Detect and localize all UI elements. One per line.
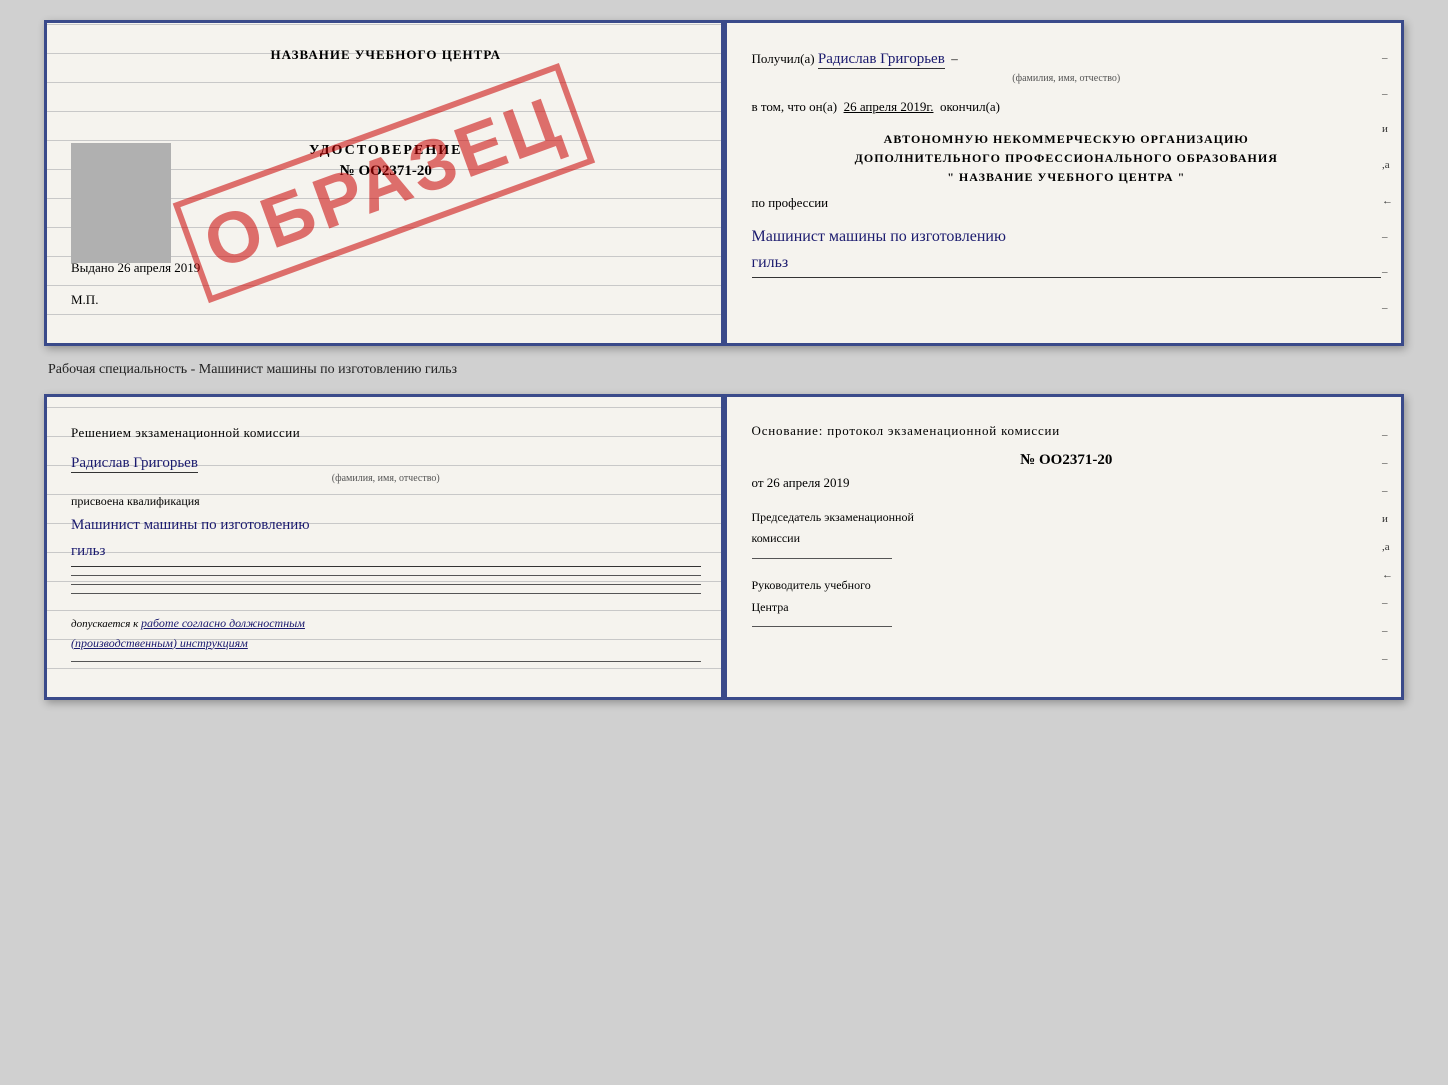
bottom-cert-left-page: Решением экзаменационной комиссии Радисл… xyxy=(47,397,724,697)
poluchil-label: Получил(а) xyxy=(752,51,815,66)
side-mark-4: ,а xyxy=(1382,159,1393,171)
top-cert-right-page: Получил(а) Радислав Григорьев – (фамилия… xyxy=(724,23,1402,343)
prisvoena-label: присвоена квалификация xyxy=(71,494,701,509)
bottom-date: от 26 апреля 2019 xyxy=(752,475,1382,491)
bottom-side-mark-6: ← xyxy=(1382,569,1393,581)
org-quotes-open: " xyxy=(947,170,955,184)
kvali-line2: гильз xyxy=(71,543,105,559)
tsentra-label: Центра xyxy=(752,597,1382,619)
bottom-certificate-book: Решением экзаменационной комиссии Радисл… xyxy=(44,394,1404,700)
org-quotes-close: " xyxy=(1178,170,1186,184)
org-line2: ДОПОЛНИТЕЛЬНОГО ПРОФЕССИОНАЛЬНОГО ОБРАЗО… xyxy=(855,151,1278,165)
mp-line: М.П. xyxy=(71,292,701,308)
rukovoditel-label: Руководитель учебного xyxy=(752,575,1382,597)
kvali-line1: Машинист машины по изготовлению xyxy=(71,517,310,533)
side-mark-1: – xyxy=(1382,52,1393,64)
right-side-marks: – – и ,а ← – – – xyxy=(1382,23,1393,343)
top-cert-left-page: НАЗВАНИЕ УЧЕБНОГО ЦЕНТРА УДОСТОВЕРЕНИЕ №… xyxy=(47,23,724,343)
ot-date: 26 апреля 2019 xyxy=(767,475,850,490)
dopusk-label: допускается к работе согласно должностны… xyxy=(71,614,701,652)
top-certificate-book: НАЗВАНИЕ УЧЕБНОГО ЦЕНТРА УДОСТОВЕРЕНИЕ №… xyxy=(44,20,1404,346)
bottom-side-mark-2: – xyxy=(1382,457,1393,469)
side-mark-7: – xyxy=(1382,266,1393,278)
bottom-side-mark-4: и xyxy=(1382,513,1393,525)
side-mark-6: – xyxy=(1382,231,1393,243)
rukovoditel-section: Руководитель учебного Центра xyxy=(752,575,1382,627)
predsedatel-section: Председатель экзаменационной комиссии xyxy=(752,507,1382,559)
org-block: АВТОНОМНУЮ НЕКОММЕРЧЕСКУЮ ОРГАНИЗАЦИЮ ДО… xyxy=(752,130,1382,188)
rukovoditel-sig-line xyxy=(752,626,892,627)
side-mark-2: – xyxy=(1382,88,1393,100)
fio-small-top: (фамилия, имя, отчество) xyxy=(752,71,1382,87)
resheniyem-text: Решением экзаменационной комиссии xyxy=(71,421,701,444)
doc-subtitle: Рабочая специальность - Машинист машины … xyxy=(44,362,457,378)
vtom-line: в том, что он(а) 26 апреля 2019г. окончи… xyxy=(752,97,1382,118)
photo-placeholder xyxy=(71,143,171,263)
po-professii-label: по профессии xyxy=(752,193,1382,214)
bottom-side-mark-1: – xyxy=(1382,429,1393,441)
under-line-3 xyxy=(71,593,701,594)
predsedatel-label: Председатель экзаменационной xyxy=(752,507,1382,529)
bottom-cert-right-page: Основание: протокол экзаменационной коми… xyxy=(724,397,1402,697)
org-line1: АВТОНОМНУЮ НЕКОММЕРЧЕСКУЮ ОРГАНИЗАЦИЮ xyxy=(884,132,1249,146)
bottom-side-mark-7: – xyxy=(1382,597,1393,609)
side-mark-8: – xyxy=(1382,302,1393,314)
top-left-center-name: НАЗВАНИЕ УЧЕБНОГО ЦЕНТРА xyxy=(71,47,701,63)
under-line-2 xyxy=(71,584,701,585)
bottom-fio-small: (фамилия, имя, отчество) xyxy=(71,473,701,484)
under-line-1 xyxy=(71,575,701,576)
bottom-number: № OO2371-20 xyxy=(752,452,1382,469)
bottom-name-block: Радислав Григорьев (фамилия, имя, отчест… xyxy=(71,454,701,484)
bottom-side-mark-8: – xyxy=(1382,625,1393,637)
predsedatel-sig-line xyxy=(752,558,892,559)
bottom-right-side-marks: – – – и ,а ← – – – xyxy=(1382,397,1393,697)
under-line-4 xyxy=(71,661,701,662)
bottom-side-mark-9: – xyxy=(1382,653,1393,665)
poluchil-name: Радислав Григорьев xyxy=(818,51,945,69)
bottom-side-mark-3: – xyxy=(1382,485,1393,497)
side-mark-3: и xyxy=(1382,123,1393,135)
kvali-block: Машинист машины по изготовлению гильз xyxy=(71,513,701,567)
ot-label: от xyxy=(752,475,764,490)
document-wrapper: НАЗВАНИЕ УЧЕБНОГО ЦЕНТРА УДОСТОВЕРЕНИЕ №… xyxy=(44,20,1404,700)
poluchil-line: Получил(а) Радислав Григорьев – (фамилия… xyxy=(752,47,1382,87)
komissii-label: комиссии xyxy=(752,528,1382,550)
profession-line1: Машинист машины по изготовлению xyxy=(752,228,1006,245)
okonchil-label: окончил(а) xyxy=(940,99,1000,114)
osnov-title: Основание: протокол экзаменационной коми… xyxy=(752,421,1382,442)
profession-line2: гильз xyxy=(752,254,789,271)
profession-block: Машинист машины по изготовлению гильз xyxy=(752,224,1382,278)
vtom-label: в том, что он(а) xyxy=(752,99,838,114)
side-mark-5: ← xyxy=(1382,195,1393,207)
org-center-name: НАЗВАНИЕ УЧЕБНОГО ЦЕНТРА xyxy=(959,170,1174,184)
vtom-date: 26 апреля 2019г. xyxy=(844,99,934,114)
bottom-side-mark-5: ,а xyxy=(1382,541,1393,553)
bottom-name-handwritten: Радислав Григорьев xyxy=(71,455,198,473)
